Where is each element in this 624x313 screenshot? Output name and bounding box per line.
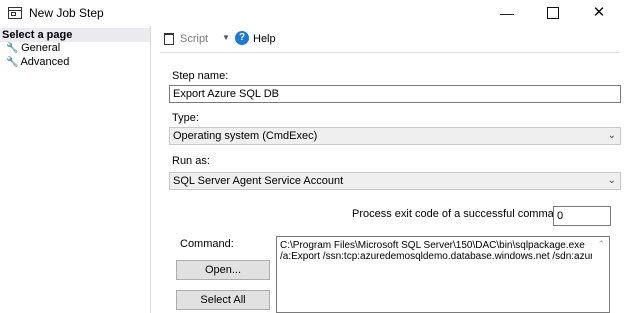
chevron-down-icon[interactable]: ▼	[222, 33, 230, 42]
select-page-header: Select a page	[0, 28, 150, 42]
type-dropdown-value: Operating system (CmdExec)	[173, 130, 318, 142]
wrench-icon: 🔧	[6, 57, 19, 68]
step-name-label: Step name:	[172, 70, 229, 82]
maximize-button[interactable]	[530, 0, 576, 26]
toolbar-divider	[160, 52, 620, 53]
sidebar-item-label: Advanced	[20, 56, 70, 68]
select-all-button[interactable]: Select All	[176, 290, 270, 310]
sidebar-item-general[interactable]: 🔧 General	[6, 42, 60, 55]
new-job-step-window: New Job Step — ✕ Select a page 🔧 General…	[0, 0, 624, 313]
maximize-icon	[547, 7, 559, 20]
command-textarea[interactable]: C:\Program Files\Microsoft SQL Server\15…	[276, 236, 610, 313]
close-button[interactable]: ✕	[576, 0, 622, 26]
help-button[interactable]: Help	[253, 33, 276, 45]
command-label: Command:	[180, 238, 234, 250]
type-dropdown[interactable]: Operating system (CmdExec) ⌄	[169, 127, 621, 145]
toolbar: Script ▼ ? Help	[160, 30, 620, 52]
minimize-button[interactable]: —	[484, 0, 530, 26]
run-as-dropdown-value: SQL Server Agent Service Account	[173, 175, 344, 187]
chevron-down-icon: ⌄	[607, 130, 616, 141]
help-icon[interactable]: ?	[235, 31, 249, 45]
chevron-down-icon: ⌄	[607, 175, 616, 186]
run-as-dropdown[interactable]: SQL Server Agent Service Account ⌄	[169, 172, 621, 190]
title-bar: New Job Step — ✕	[0, 0, 624, 26]
wrench-icon: 🔧	[6, 43, 19, 54]
script-icon	[164, 33, 174, 45]
step-name-input[interactable]: Export Azure SQL DB	[169, 85, 621, 103]
command-text: C:\Program Files\Microsoft SQL Server\15…	[280, 240, 592, 262]
exit-code-input[interactable]: 0	[553, 206, 611, 226]
select-page-pane: Select a page 🔧 General 🔧 Advanced	[0, 26, 151, 313]
sidebar-item-advanced[interactable]: 🔧 Advanced	[6, 56, 69, 69]
script-button[interactable]: Script	[180, 33, 208, 45]
window-title: New Job Step	[29, 6, 104, 20]
sidebar-item-label: General	[21, 42, 61, 54]
command-scrollbar[interactable]: ⌃	[593, 237, 609, 312]
exit-code-label: Process exit code of a successful comman…	[352, 208, 570, 220]
open-button[interactable]: Open...	[176, 260, 270, 280]
type-label: Type:	[172, 112, 199, 124]
window-icon	[8, 7, 22, 19]
chevron-up-icon[interactable]: ⌃	[597, 239, 605, 250]
run-as-label: Run as:	[172, 155, 210, 167]
